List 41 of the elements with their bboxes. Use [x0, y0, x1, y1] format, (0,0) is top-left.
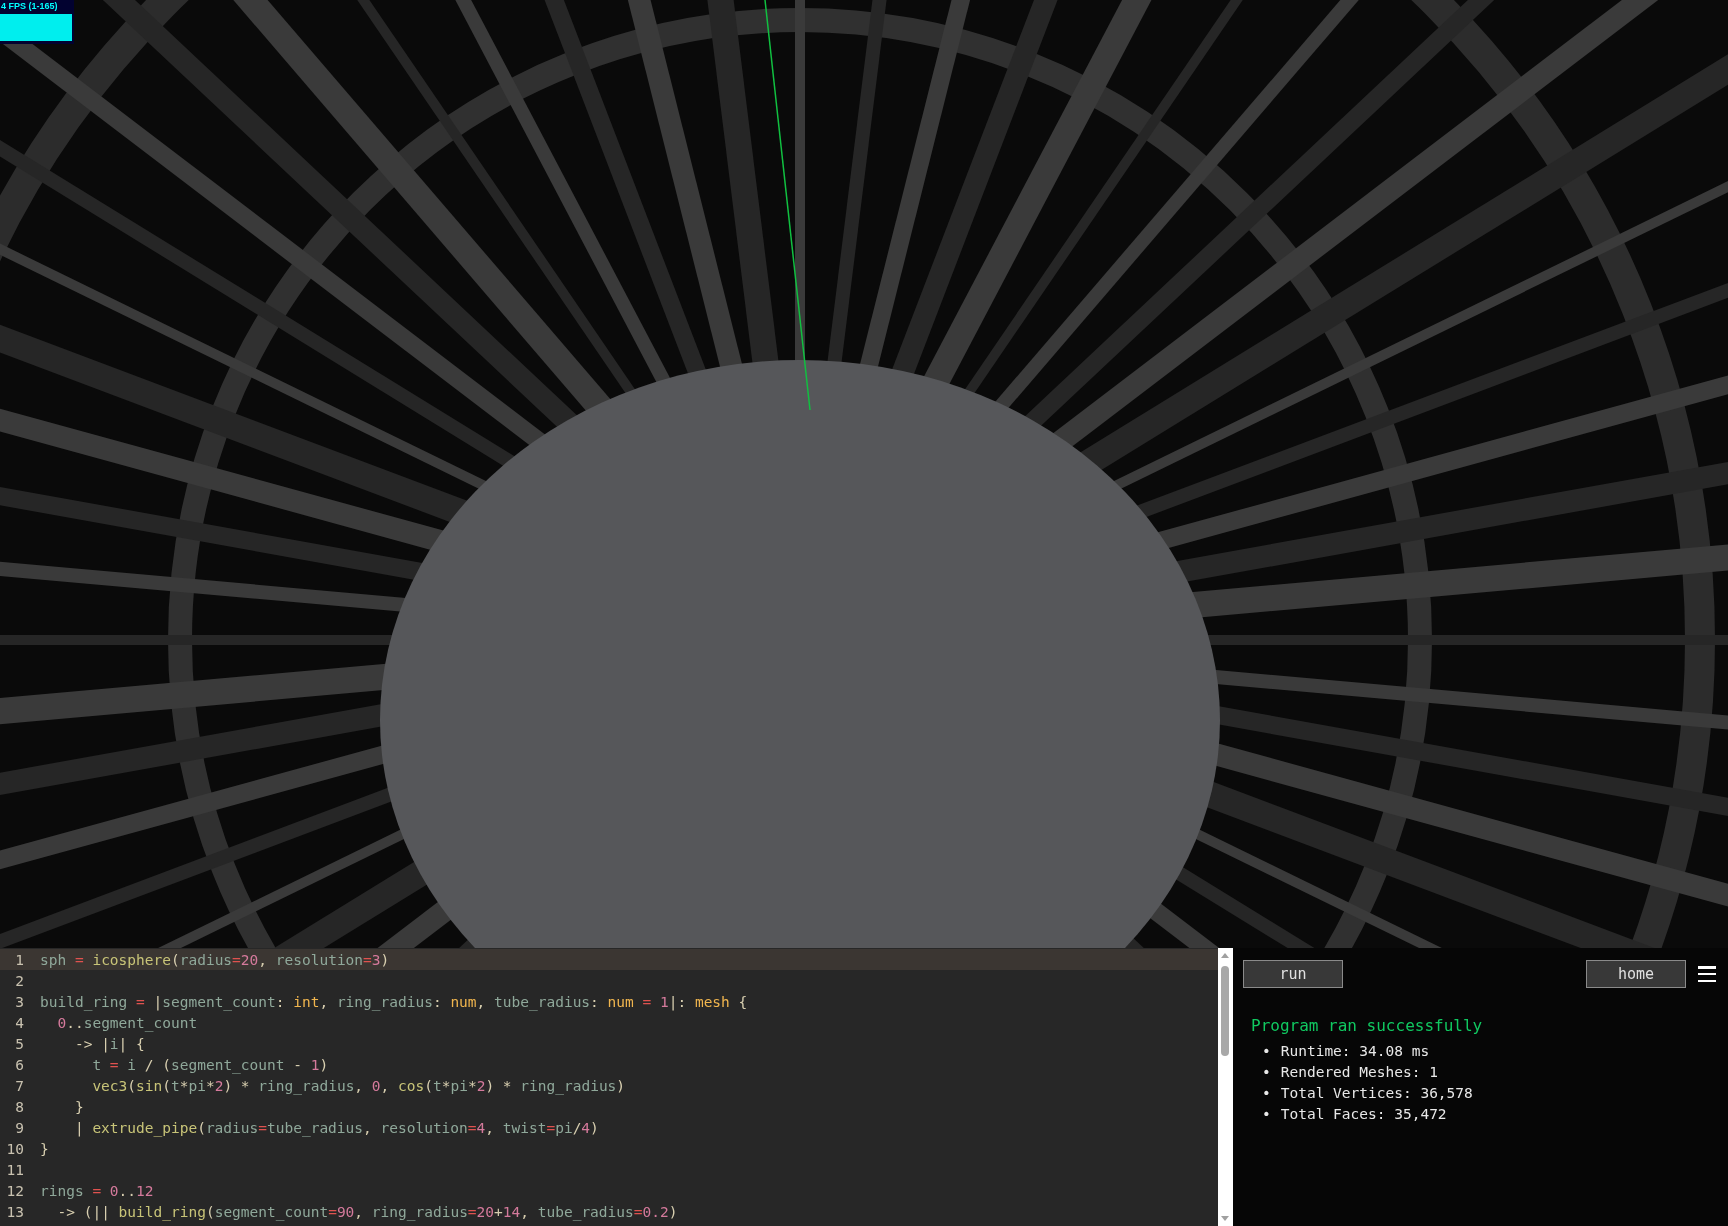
code-text: | extrude_pipe(radius=tube_radius, resolution=4, twist=pi/4): [73, 1119, 599, 1136]
code-text: -> |i| {: [73, 1035, 145, 1052]
code-text: build_ring = |segment_count: int, ring_radius: num, tube_radius: num = 1|: mesh {: [40, 993, 748, 1010]
stat-item: Runtime: 34.08 ms: [1280, 1042, 1430, 1061]
line-number: 2: [14, 972, 25, 989]
menu-icon[interactable]: [1698, 966, 1716, 982]
code-text: vec3(sin(t*pi*2) * ring_radius, 0, cos(t*pi*2) * ring_radius): [91, 1077, 626, 1094]
code-text: -> (|| build_ring(segment_count=90, ring_radius=20+14, tube_radius=0.2): [56, 1203, 678, 1220]
line-number: 3: [14, 993, 25, 1010]
fps-label: 4 FPS (1-165): [0, 0, 59, 11]
scrollbar[interactable]: [1218, 948, 1233, 1226]
status-message: Program ran successfully: [1251, 1016, 1484, 1035]
line-number: 7: [14, 1077, 25, 1094]
code-text: sph = icosphere(radius=20, resolution=3): [40, 951, 390, 968]
line-number: 5: [14, 1035, 25, 1052]
stat-item: Total Faces: 35,472: [1280, 1105, 1447, 1124]
line-number: 9: [14, 1119, 25, 1136]
bullet: •: [1262, 1042, 1271, 1061]
line-number: 1: [14, 951, 25, 968]
fps-graph: [0, 14, 72, 41]
home-button[interactable]: home: [1586, 960, 1686, 988]
code-text: }: [73, 1098, 84, 1115]
bullet: •: [1262, 1084, 1271, 1103]
line-number: 13: [5, 1203, 25, 1220]
line-number: 11: [5, 1161, 25, 1178]
bullet: •: [1262, 1105, 1271, 1124]
line-number: 12: [5, 1182, 25, 1199]
run-button[interactable]: run: [1243, 960, 1343, 988]
scrollbar-thumb[interactable]: [1221, 966, 1229, 1056]
line-number: 8: [14, 1098, 25, 1115]
code-editor[interactable]: [0, 948, 1218, 1226]
code-text: rings = 0..12: [40, 1182, 154, 1199]
line-number: 6: [14, 1056, 25, 1073]
line-number: 10: [5, 1140, 25, 1157]
code-text: }: [40, 1140, 49, 1157]
stat-item: Total Vertices: 36,578: [1280, 1084, 1473, 1103]
code-text: 0..segment_count: [56, 1014, 198, 1031]
code-text: t = i / (segment_count - 1): [91, 1056, 329, 1073]
line-number: 4: [14, 1014, 25, 1031]
stat-item: Rendered Meshes: 1: [1280, 1063, 1438, 1082]
bullet: •: [1262, 1063, 1271, 1082]
